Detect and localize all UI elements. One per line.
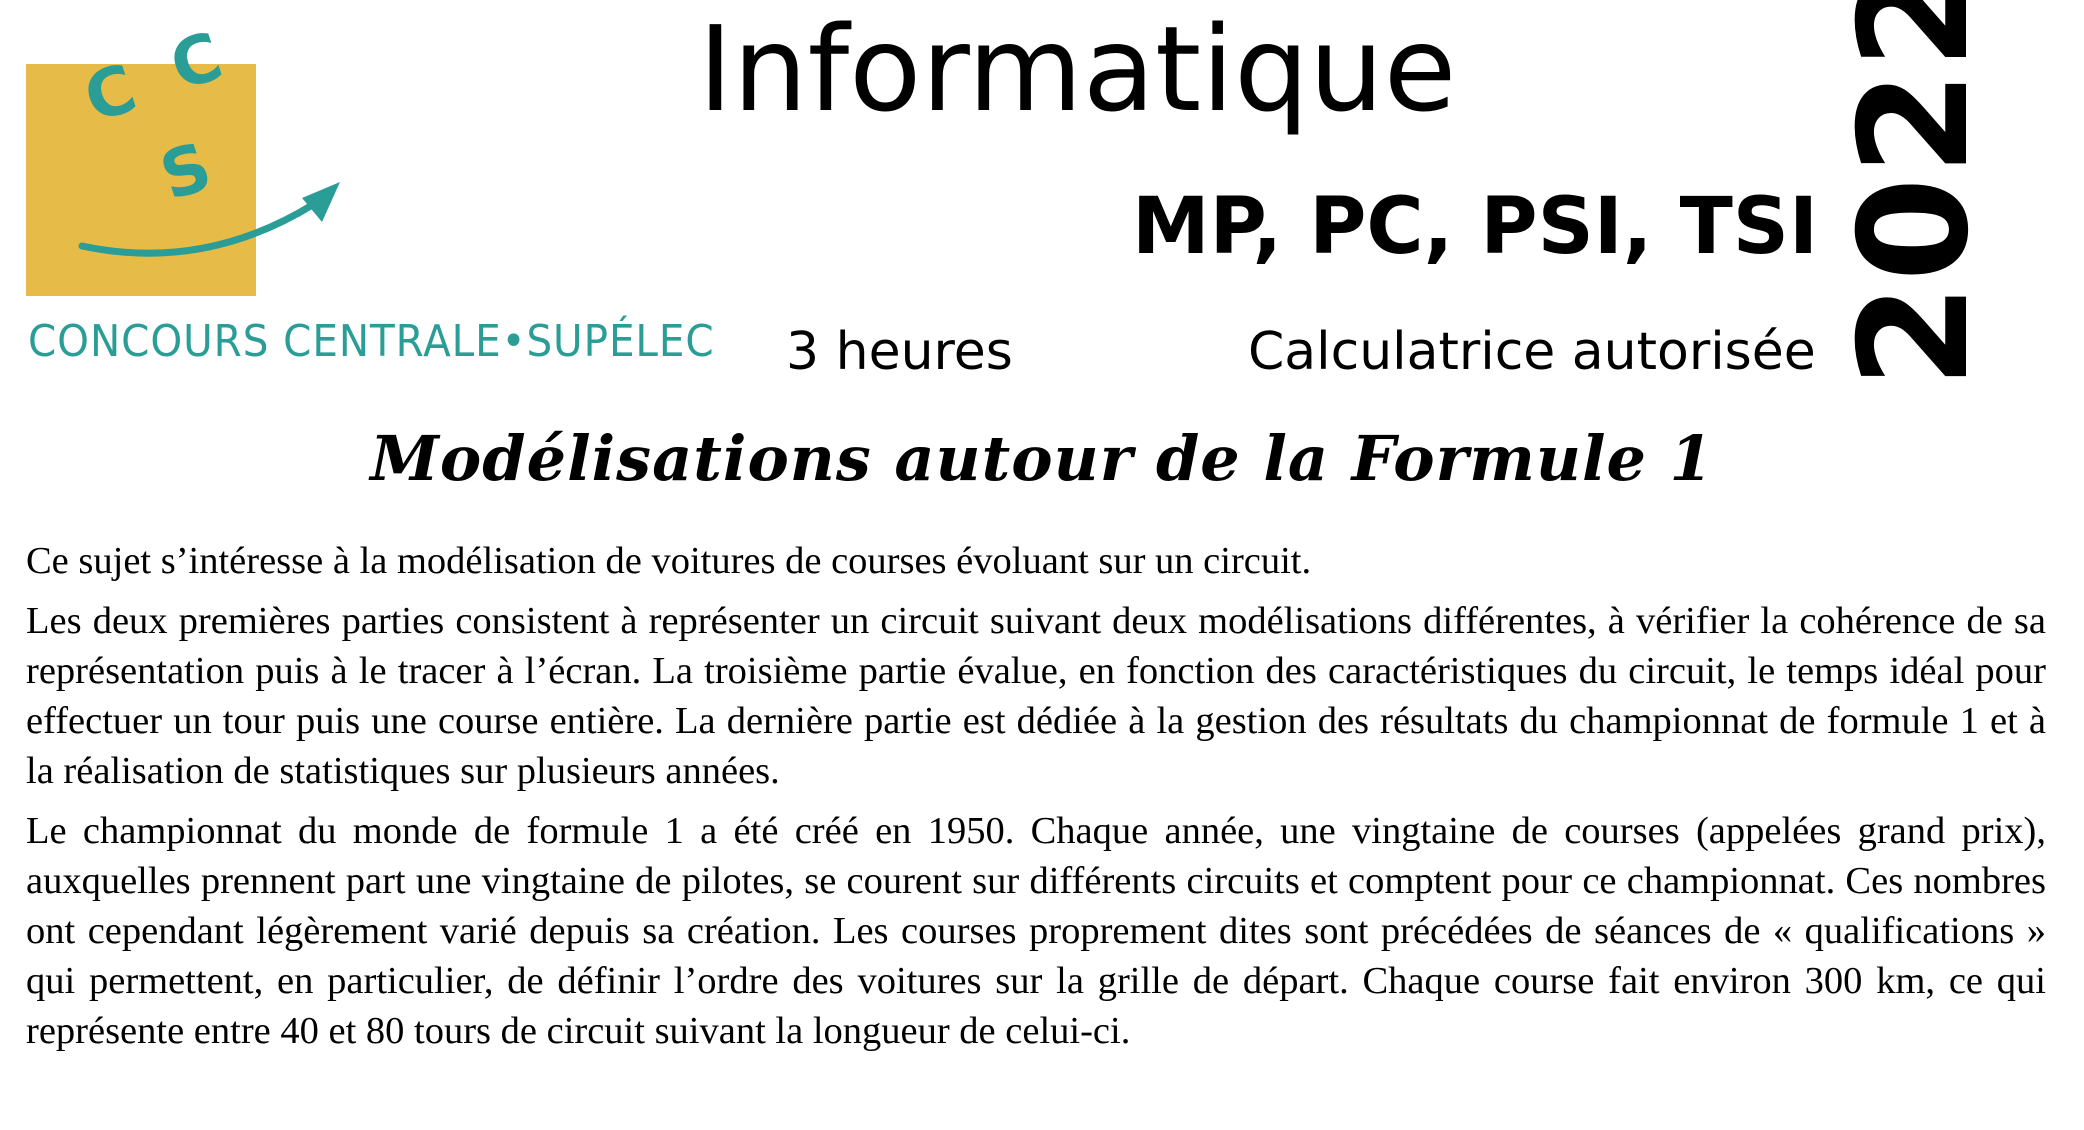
sections-list: MP, PC, PSI, TSI bbox=[1131, 182, 1818, 272]
document-body: Ce sujet s’intéresse à la modélisation d… bbox=[26, 536, 2046, 1066]
exam-duration: 3 heures bbox=[786, 322, 1013, 382]
concours-logo: C C S CONCOURS CENTRALE•SUPÉLEC bbox=[24, 14, 714, 386]
exam-year: 2022 bbox=[1828, 0, 2002, 388]
logo-arrow-head bbox=[302, 182, 340, 222]
context-paragraph: Le championnat du monde de formule 1 a é… bbox=[26, 810, 2046, 1052]
intro-paragraph: Ce sujet s’intéresse à la modélisation d… bbox=[26, 540, 1312, 582]
exam-header: C C S CONCOURS CENTRALE•SUPÉLEC Informat… bbox=[0, 0, 2084, 420]
logo-square bbox=[26, 64, 256, 296]
subject-title: Informatique bbox=[698, 0, 1457, 138]
document-title: Modélisations autour de la Formule 1 bbox=[370, 422, 1714, 495]
structure-paragraph: Les deux premières parties consistent à … bbox=[26, 600, 2046, 792]
logo-graphic: C C S bbox=[26, 17, 340, 296]
calculator-notice: Calculatrice autorisée bbox=[1248, 322, 1816, 382]
logo-caption: CONCOURS CENTRALE•SUPÉLEC bbox=[28, 316, 715, 367]
